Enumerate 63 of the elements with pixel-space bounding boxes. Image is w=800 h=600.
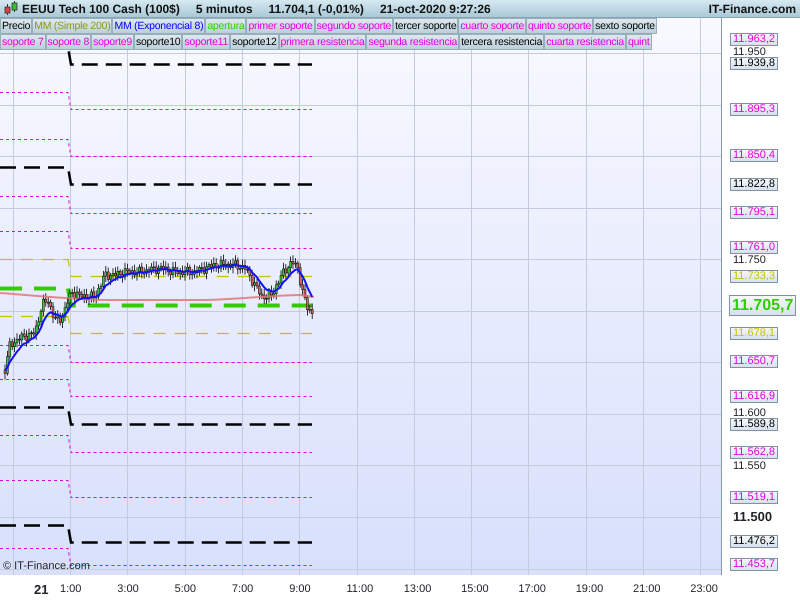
legend-tag: segunda resistencia	[366, 34, 460, 50]
level-price-label: 11.476,2	[730, 535, 778, 548]
level-price-label: 11.519,1	[730, 490, 778, 504]
legend-tag: quinto soporte	[526, 18, 594, 34]
legend-tag: soporte10	[134, 34, 182, 50]
legend-tag: apertura	[205, 18, 246, 34]
price-tick-label: 11.750	[733, 255, 766, 266]
price-tick-label: 11.500	[733, 510, 772, 524]
time-tick-label: 17:00	[518, 582, 546, 597]
copyright-text: © IT-Finance.com	[3, 558, 90, 574]
time-tick-label: 23:00	[690, 582, 718, 597]
legend-tag: primera resistencia	[278, 34, 366, 50]
level-price-label: 11.562,8	[730, 446, 778, 459]
level-price-label: 11.850,4	[730, 149, 778, 162]
time-tick-label: 19:00	[576, 582, 604, 597]
level-price-label: 11.963,2	[730, 32, 778, 46]
level-price-label: 11.678,1	[730, 326, 778, 340]
brand-name: IT-Finance.com	[708, 0, 796, 18]
legend-tag: soporte9	[91, 34, 134, 50]
timeframe-label: 5 minutos	[196, 0, 253, 18]
price-tick-label: 11.950	[733, 46, 766, 57]
time-tick-label: 9:00	[289, 582, 311, 597]
legend-tag: cuarta resistencia	[544, 34, 626, 50]
legend-tag: MM (Exponencial 8)	[112, 18, 206, 34]
time-tick-label: 3:00	[117, 582, 139, 597]
legend-tag: quint	[626, 34, 652, 50]
time-tick-label: 21:00	[633, 582, 661, 597]
legend-tag: soporte12	[230, 34, 279, 50]
last-price: 11.704,1 (-0,01%)	[268, 0, 364, 18]
level-price-label: 11.822,8	[730, 178, 778, 191]
legend-tag: tercer soporte	[393, 18, 458, 34]
level-price-label: 11.761,0	[730, 241, 778, 254]
level-price-label: 11.895,3	[730, 102, 778, 116]
level-price-label: 11.733,3	[730, 270, 778, 283]
time-tick-label: 15:00	[461, 582, 489, 597]
level-price-label: 11.453,7	[730, 558, 778, 572]
level-price-label: 11.589,8	[730, 418, 778, 431]
level-price-label: 11.650,7	[730, 355, 778, 368]
time-tick-label: 5:00	[174, 582, 196, 597]
legend-tag: soporte 7	[0, 34, 46, 50]
time-tick-label: 1:00	[60, 582, 82, 597]
level-price-label: 11.705,7	[729, 294, 796, 316]
legend-tag: primer soporte	[246, 18, 315, 34]
legend-tag: soporte 8	[46, 34, 92, 50]
time-tick-label: 13:00	[404, 582, 432, 597]
legend-tag: segundo soporte	[314, 18, 394, 34]
instrument-title: EEUU Tech 100 Cash (100$)	[22, 0, 180, 18]
legend-tag: tercera resistencia	[459, 34, 544, 50]
level-price-label: 11.616,9	[730, 390, 778, 403]
legend-tag: MM (Simple 200)	[32, 18, 112, 34]
legend-tag: soporte11	[182, 34, 230, 50]
level-price-label: 11.939,8	[730, 57, 778, 70]
day-label: 21	[34, 581, 48, 599]
time-tick-label: 7:00	[232, 582, 254, 597]
level-price-label: 11.795,1	[730, 206, 778, 220]
candlestick-icon	[4, 1, 18, 16]
legend-tag: sexto soporte	[593, 18, 657, 34]
price-tick-label: 11.550	[733, 461, 766, 472]
price-tick-label: 11.600	[733, 408, 766, 418]
legend-tag: Precio	[0, 18, 32, 34]
legend-tag: cuarto soporte	[458, 18, 526, 34]
time-tick-label: 11:00	[346, 582, 374, 597]
date-time: 21-oct-2020 9:27:26	[380, 0, 491, 18]
